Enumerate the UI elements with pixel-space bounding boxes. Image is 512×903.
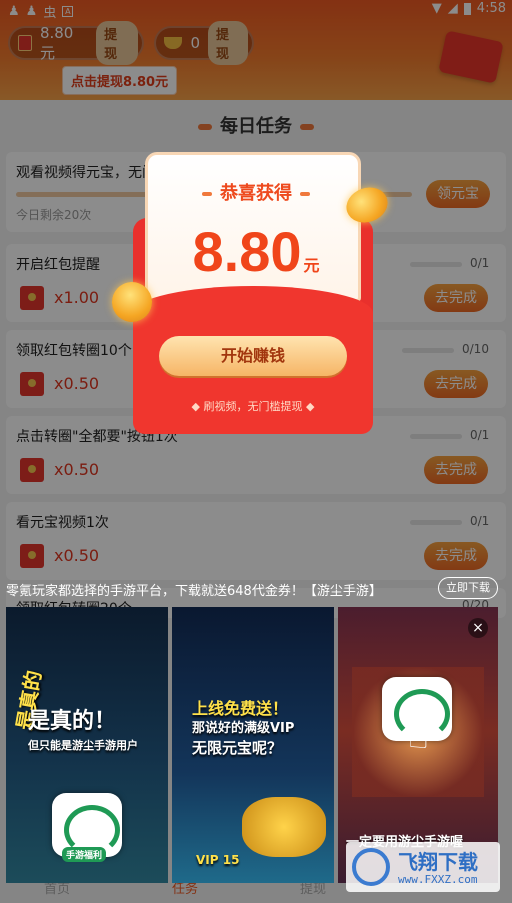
reward-popup: 恭喜获得 8.80 元 开始赚钱 ◆ 刷视频，无门槛提现 ◆: [133, 148, 373, 434]
decor-icon: [202, 192, 212, 196]
popup-footer: ◆ 刷视频，无门槛提现 ◆: [191, 400, 315, 413]
ad-text[interactable]: 零氪玩家都选择的手游平台，下载就送648代金券！【游尘手游】: [6, 580, 431, 599]
ad-banner-1[interactable]: 是真的 是真的！ 但只能是游尘手游用户 手游福利: [6, 607, 168, 883]
start-earning-button[interactable]: 开始赚钱: [159, 336, 347, 376]
gold-pile-icon: [242, 797, 326, 857]
watermark-text: 飞翔下载: [398, 850, 478, 874]
watermark-logo-icon: [352, 848, 390, 886]
reward-amount: 8.80 元: [148, 219, 364, 284]
reward-card: 恭喜获得 8.80 元: [145, 152, 361, 302]
ad-line: 无限元宝呢？: [192, 739, 283, 757]
popup-title: 恭喜获得: [148, 179, 364, 205]
decor-icon: [300, 192, 310, 196]
amount-number: 8.80: [192, 220, 302, 283]
ad-headline: 是真的！: [28, 709, 117, 734]
ad-download-button[interactable]: 立即下载: [438, 577, 498, 599]
watermark: 飞翔下载 www.FXXZ.com: [346, 842, 500, 892]
amount-unit: 元: [303, 256, 320, 275]
ad-banner-2[interactable]: 上线免费送！ 那说好的满级VIP 无限元宝呢？ VIP 15: [172, 607, 334, 883]
ad-subline: 但只能是游尘手游用户: [28, 739, 138, 752]
ad-line: 那说好的满级VIP: [192, 721, 295, 736]
watermark-url: www.FXXZ.com: [398, 873, 478, 886]
ad-vip: VIP 15: [196, 853, 240, 867]
close-icon[interactable]: ×: [468, 618, 488, 638]
hand-pointer-icon: ☝: [408, 717, 429, 757]
ad-headline: 上线免费送！: [192, 699, 289, 718]
ad-badge: 手游福利: [62, 847, 107, 862]
